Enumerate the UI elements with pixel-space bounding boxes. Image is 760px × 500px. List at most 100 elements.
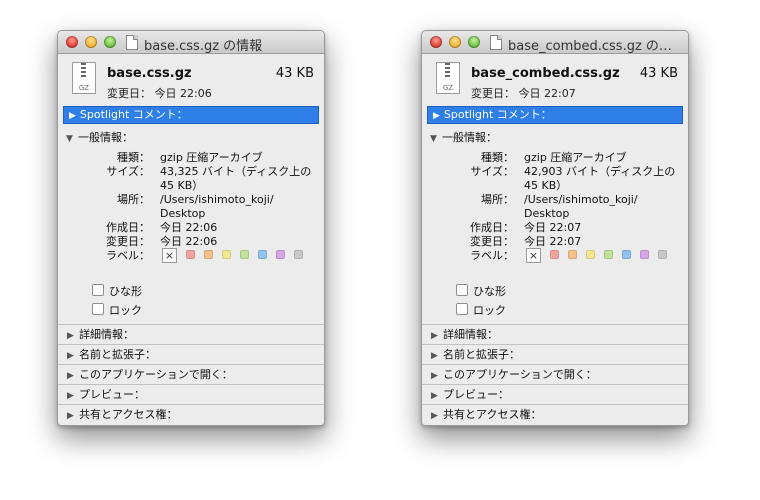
file-size: 43 KB bbox=[639, 66, 678, 81]
gzip-file-icon: GZ bbox=[436, 62, 460, 94]
name-extension-section[interactable]: ▶ 名前と拡張子： bbox=[422, 344, 688, 364]
preview-section[interactable]: ▶ プレビュー： bbox=[422, 384, 688, 404]
open-with-section[interactable]: ▶ このアプリケーションで開く： bbox=[58, 364, 324, 384]
kind-value: gzip 圧縮アーカイブ bbox=[160, 151, 263, 164]
label-key: ラベル： bbox=[470, 249, 514, 262]
where-value: /Users/ishimoto_koji/ Desktop bbox=[524, 193, 638, 220]
locked-label: ロック bbox=[473, 304, 506, 317]
preview-section[interactable]: ▶ プレビュー： bbox=[58, 384, 324, 404]
label-gray-swatch[interactable] bbox=[294, 250, 303, 259]
no-label-button[interactable]: × bbox=[162, 248, 177, 263]
info-window-base: base.css.gz の情報 GZ base.css.gz 43 KB 変更日… bbox=[57, 30, 325, 426]
spotlight-label: Spotlight コメント： bbox=[443, 108, 552, 121]
modified-value: 今日 22:06 bbox=[160, 235, 218, 248]
locked-checkbox-row[interactable]: ロック bbox=[456, 302, 506, 318]
created-key: 作成日： bbox=[470, 221, 514, 234]
modified-summary: 変更日： 今日 22:06 bbox=[107, 87, 212, 100]
disclosure-closed-icon[interactable]: ▶ bbox=[69, 108, 76, 124]
size-value: 42,903 バイト（ディスク上の 45 KB） bbox=[524, 165, 676, 192]
section-label: 共有とアクセス権： bbox=[79, 408, 178, 421]
spotlight-comments-section[interactable]: ▶ Spotlight コメント： bbox=[63, 106, 319, 124]
file-icon-label: GZ bbox=[78, 84, 90, 92]
section-label: 名前と拡張子： bbox=[443, 348, 520, 361]
label-red-swatch[interactable] bbox=[186, 250, 195, 259]
gzip-file-icon: GZ bbox=[72, 62, 96, 94]
where-key: 場所： bbox=[117, 193, 150, 206]
where-value: /Users/ishimoto_koji/ Desktop bbox=[160, 193, 274, 220]
locked-checkbox-row[interactable]: ロック bbox=[92, 302, 142, 318]
no-label-button[interactable]: × bbox=[526, 248, 541, 263]
created-value: 今日 22:07 bbox=[524, 221, 582, 234]
section-label: 詳細情報： bbox=[443, 328, 498, 341]
general-info-section[interactable]: ▼ 一般情報： bbox=[430, 129, 497, 145]
size-key: サイズ： bbox=[106, 165, 150, 178]
section-label: プレビュー： bbox=[79, 388, 145, 401]
stationery-checkbox-row[interactable]: ひな形 bbox=[92, 283, 142, 299]
zoom-button[interactable] bbox=[468, 36, 480, 48]
open-with-section[interactable]: ▶ このアプリケーションで開く： bbox=[422, 364, 688, 384]
document-proxy-icon[interactable] bbox=[126, 35, 138, 50]
label-purple-swatch[interactable] bbox=[276, 250, 285, 259]
label-gray-swatch[interactable] bbox=[658, 250, 667, 259]
close-button[interactable] bbox=[430, 36, 442, 48]
modified-value: 今日 22:07 bbox=[524, 235, 582, 248]
minimize-button[interactable] bbox=[449, 36, 461, 48]
zoom-button[interactable] bbox=[104, 36, 116, 48]
created-key: 作成日： bbox=[106, 221, 150, 234]
stationery-checkbox[interactable] bbox=[92, 284, 104, 296]
sharing-permissions-section[interactable]: ▶ 共有とアクセス権： bbox=[58, 404, 324, 424]
kind-key: 種類： bbox=[117, 151, 150, 164]
label-orange-swatch[interactable] bbox=[204, 250, 213, 259]
stationery-label: ひな形 bbox=[473, 285, 506, 298]
file-name: base.css.gz bbox=[107, 66, 192, 81]
spotlight-comments-section[interactable]: ▶ Spotlight コメント： bbox=[427, 106, 683, 124]
minimize-button[interactable] bbox=[85, 36, 97, 48]
section-label: 名前と拡張子： bbox=[79, 348, 156, 361]
label-green-swatch[interactable] bbox=[240, 250, 249, 259]
document-proxy-icon[interactable] bbox=[490, 35, 502, 50]
disclosure-open-icon[interactable]: ▼ bbox=[66, 134, 78, 144]
disclosure-closed-icon[interactable]: ▶ bbox=[431, 407, 443, 425]
modified-key: 変更日： bbox=[106, 235, 150, 248]
locked-label: ロック bbox=[109, 304, 142, 317]
label-orange-swatch[interactable] bbox=[568, 250, 577, 259]
created-value: 今日 22:06 bbox=[160, 221, 218, 234]
label-red-swatch[interactable] bbox=[550, 250, 559, 259]
label-green-swatch[interactable] bbox=[604, 250, 613, 259]
disclosure-closed-icon[interactable]: ▶ bbox=[67, 407, 79, 425]
file-header: GZ base_combed.css.gz 43 KB 変更日： 今日 22:0… bbox=[422, 54, 688, 104]
title-bar[interactable]: base_combed.css.gz の… bbox=[422, 31, 688, 54]
section-label: このアプリケーションで開く： bbox=[79, 368, 233, 381]
size-key: サイズ： bbox=[470, 165, 514, 178]
window-title: base.css.gz の情報 bbox=[144, 39, 263, 54]
more-info-section[interactable]: ▶ 詳細情報： bbox=[422, 324, 688, 344]
modified-key: 変更日： bbox=[470, 235, 514, 248]
label-yellow-swatch[interactable] bbox=[586, 250, 595, 259]
locked-checkbox[interactable] bbox=[92, 303, 104, 315]
disclosure-closed-icon[interactable]: ▶ bbox=[433, 108, 440, 124]
section-label: プレビュー： bbox=[443, 388, 509, 401]
stationery-checkbox-row[interactable]: ひな形 bbox=[456, 283, 506, 299]
label-blue-swatch[interactable] bbox=[258, 250, 267, 259]
label-blue-swatch[interactable] bbox=[622, 250, 631, 259]
file-icon-label: GZ bbox=[442, 84, 454, 92]
locked-checkbox[interactable] bbox=[456, 303, 468, 315]
section-label: 共有とアクセス権： bbox=[443, 408, 542, 421]
size-value: 43,325 バイト（ディスク上の 45 KB） bbox=[160, 165, 312, 192]
sharing-permissions-section[interactable]: ▶ 共有とアクセス権： bbox=[422, 404, 688, 424]
title-bar[interactable]: base.css.gz の情報 bbox=[58, 31, 324, 54]
general-info-section[interactable]: ▼ 一般情報： bbox=[66, 129, 133, 145]
zipper-icon bbox=[445, 63, 450, 79]
more-info-section[interactable]: ▶ 詳細情報： bbox=[58, 324, 324, 344]
where-key: 場所： bbox=[481, 193, 514, 206]
close-button[interactable] bbox=[66, 36, 78, 48]
name-extension-section[interactable]: ▶ 名前と拡張子： bbox=[58, 344, 324, 364]
file-header: GZ base.css.gz 43 KB 変更日： 今日 22:06 bbox=[58, 54, 324, 104]
label-purple-swatch[interactable] bbox=[640, 250, 649, 259]
disclosure-open-icon[interactable]: ▼ bbox=[430, 134, 442, 144]
label-key: ラベル： bbox=[106, 249, 150, 262]
label-yellow-swatch[interactable] bbox=[222, 250, 231, 259]
general-info-label: 一般情報： bbox=[78, 131, 133, 144]
stationery-checkbox[interactable] bbox=[456, 284, 468, 296]
modified-summary: 変更日： 今日 22:07 bbox=[471, 87, 576, 100]
